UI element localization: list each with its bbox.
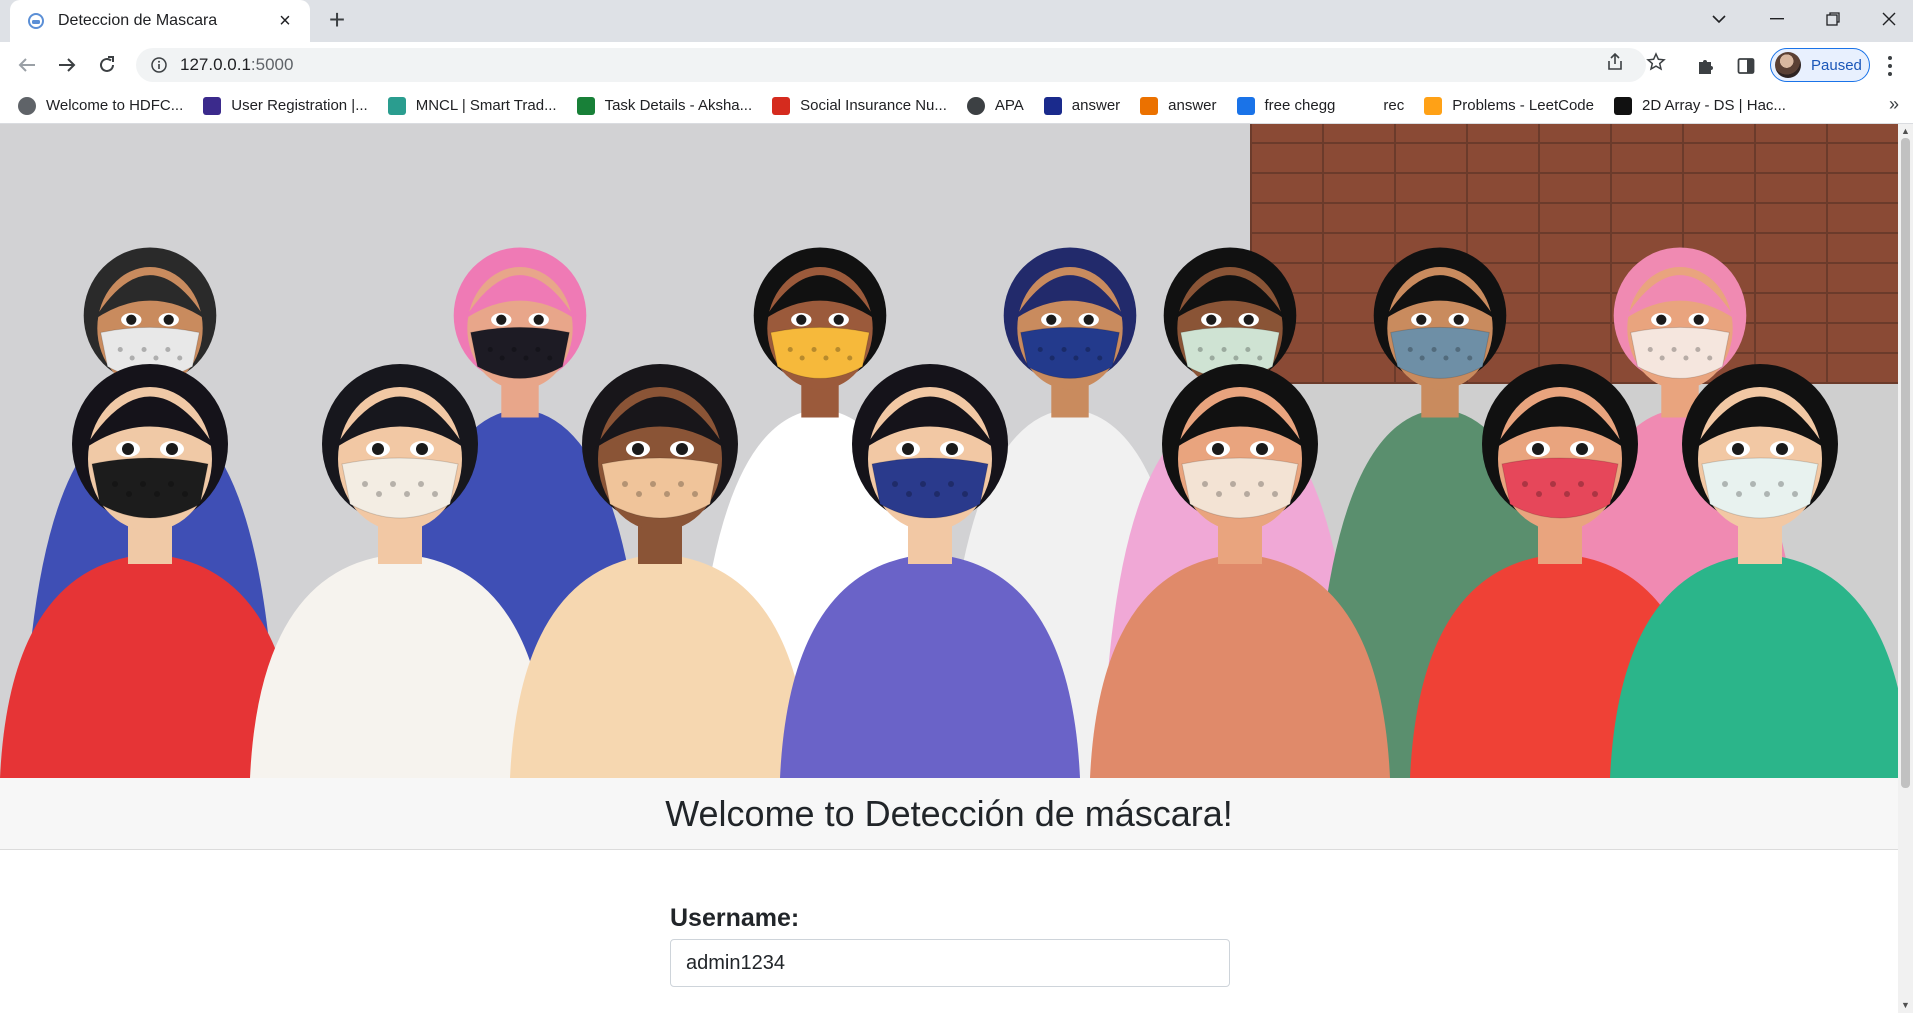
address-bar[interactable]: 127.0.0.1:5000 [136,48,1646,82]
portal-icon [203,96,222,115]
bookmark-item[interactable]: User Registration |... [203,96,368,115]
bookmark-item[interactable]: answer [1140,96,1217,115]
vertical-scrollbar[interactable]: ▲ ▼ [1898,124,1913,1013]
bookmark-label: Task Details - Aksha... [604,97,753,114]
forward-arrow-icon[interactable] [52,50,82,80]
bookmark-item[interactable]: Task Details - Aksha... [576,96,753,115]
hackerrank-icon [1614,96,1632,115]
maple-leaf-icon [772,96,791,115]
scroll-up-arrow-icon[interactable]: ▲ [1901,126,1910,136]
bookmark-label: answer [1071,97,1121,114]
bookmark-label: Problems - LeetCode [1452,97,1594,114]
bookmark-label: answer [1168,97,1217,114]
bookmarks-overflow-icon[interactable]: » [1889,94,1899,115]
url-host: 127.0.0.1 [180,55,251,74]
mask-favicon-icon [26,11,46,31]
apa-icon [966,96,985,115]
chegg-icon [1140,96,1159,115]
sheets-plus-icon [576,96,595,115]
extensions-puzzle-icon[interactable] [1694,54,1718,78]
minimize-icon[interactable] [1752,0,1802,38]
welcome-banner: Welcome to Detección de máscara! [0,778,1898,850]
bookmark-label: MNCL | Smart Trad... [415,97,557,114]
tab-search-icon[interactable] [1694,0,1744,38]
mncl-icon [387,96,406,115]
welcome-title: Welcome to Detección de máscara! [665,792,1233,834]
globe-icon [18,96,36,115]
avatar [1775,52,1801,78]
scroll-thumb[interactable] [1901,138,1910,788]
bookmark-label: free chegg [1264,97,1336,114]
tab-strip: Deteccion de Mascara × + [0,0,1913,42]
bookmark-label: Social Insurance Nu... [800,97,947,114]
close-window-icon[interactable] [1864,0,1913,38]
masked-crowd-illustration [0,124,1898,778]
bookmark-label: Welcome to HDFC... [46,97,184,114]
bookmark-label: rec [1383,97,1405,114]
leetcode-icon [1424,96,1443,115]
bookmark-item[interactable]: answer [1043,96,1121,115]
profile-button[interactable]: Paused [1770,48,1870,82]
site-info-icon[interactable] [150,56,168,74]
back-arrow-icon[interactable] [12,50,42,80]
username-label: Username: [670,904,800,932]
username-input[interactable] [670,939,1230,987]
bookmark-item[interactable]: MNCL | Smart Trad... [387,96,557,115]
tab-active[interactable]: Deteccion de Mascara × [10,0,310,42]
hero-illustration [0,124,1898,778]
bookmark-label: User Registration |... [231,97,368,114]
bookmark-item[interactable]: Social Insurance Nu... [772,96,947,115]
url-port: :5000 [250,55,294,74]
bookmark-item[interactable]: 2D Array - DS | Hac... [1614,96,1786,115]
tab-title: Deteccion de Mascara [58,12,218,29]
bookmark-item[interactable]: Welcome to HDFC... [18,96,184,115]
infinity-icon [1236,96,1255,115]
bookmark-item[interactable]: Problems - LeetCode [1424,96,1594,115]
menu-kebab-icon[interactable] [1880,54,1900,78]
url-text: 127.0.0.1:5000 [180,55,293,75]
page-viewport: Welcome to Detección de máscara! Usernam… [0,124,1913,1013]
reload-icon[interactable] [92,50,122,80]
bookmark-item[interactable]: rec [1355,96,1405,115]
share-icon[interactable] [1604,51,1626,73]
bookmark-label: APA [994,97,1024,114]
bookmark-item[interactable]: APA [966,96,1024,115]
scroll-down-arrow-icon[interactable]: ▼ [1901,1000,1910,1010]
tab-close-icon[interactable]: × [274,10,296,32]
bookmark-label: 2D Array - DS | Hac... [1642,97,1786,114]
bookmarks-bar: Welcome to HDFC... User Registration |...… [0,88,1913,124]
new-tab-button[interactable]: + [322,6,352,36]
star-badge-icon [1043,96,1062,115]
bookmark-item[interactable]: free chegg [1236,96,1336,115]
blank-bookmark-icon [1355,96,1374,115]
profile-status: Paused [1811,56,1862,74]
login-form: Username: [670,904,1230,987]
bookmark-star-icon[interactable] [1645,51,1667,73]
side-panel-icon[interactable] [1734,54,1758,78]
restore-icon[interactable] [1808,0,1858,38]
browser-toolbar: 127.0.0.1:5000 Paused [0,42,1913,88]
